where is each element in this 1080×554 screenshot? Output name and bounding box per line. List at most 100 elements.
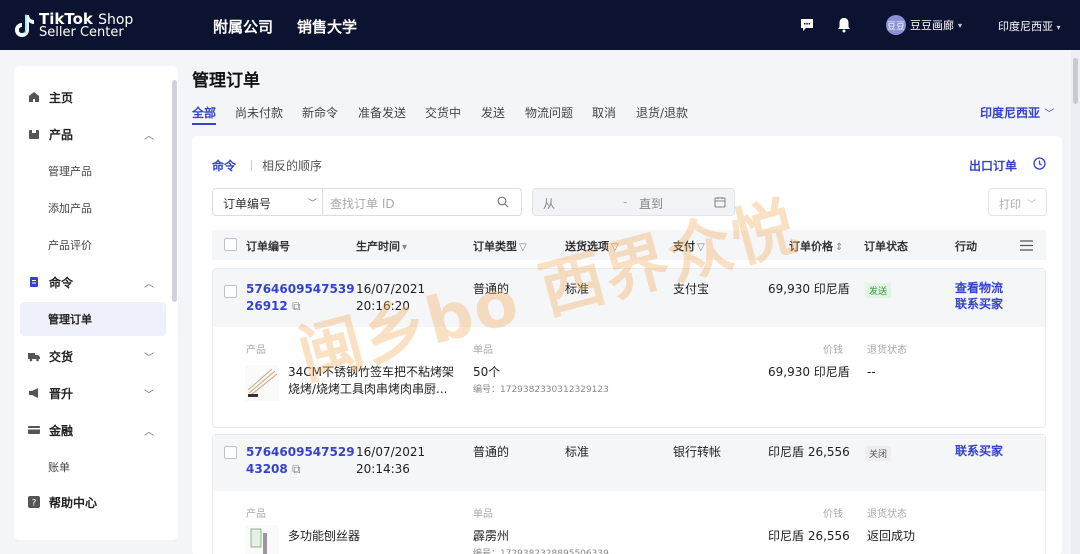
sidebar-item-home[interactable]: 主页: [14, 80, 178, 114]
tab-cancel[interactable]: 取消: [592, 104, 616, 121]
tab-ready[interactable]: 准备发送: [358, 104, 406, 121]
col-action: 行动: [955, 240, 977, 253]
search-type-select[interactable]: 订单编号 ﹀: [212, 188, 323, 216]
contact-buyer-link[interactable]: 联系买家: [955, 443, 1003, 460]
order-payment: 银行转帐: [673, 445, 722, 459]
status-badge: 关闭: [865, 446, 892, 461]
item-sku: 编号：1729382328895506339: [473, 549, 609, 554]
date-from[interactable]: 从: [543, 195, 555, 212]
calendar-icon[interactable]: [714, 196, 726, 208]
return-status: --: [867, 365, 876, 379]
document-icon: [30, 277, 38, 287]
date-range-picker[interactable]: 从 - 直到: [532, 188, 735, 216]
order-price: 印尼盾 26,556: [768, 445, 850, 459]
order-row: 5764609547529 43208 ⧉ 16/07/2021 20:14:36…: [212, 434, 1046, 554]
chevron-down-icon: ▾: [1056, 23, 1061, 32]
tab-sent[interactable]: 发送: [481, 104, 505, 121]
price-label: 价钱: [823, 345, 843, 356]
print-button[interactable]: 打印 ﹀: [988, 188, 1047, 216]
item-quantity: 霹雳州: [473, 529, 510, 543]
unit-label: 单品: [473, 345, 493, 356]
tiktok-logo-icon[interactable]: [13, 13, 35, 39]
shop-switcher[interactable]: 豆豆 豆豆画廊 ▾: [886, 14, 962, 36]
col-payment[interactable]: 支付 ▽: [673, 238, 705, 254]
sidebar-item-products[interactable]: 产品 ︿: [14, 117, 178, 151]
top-bar: TikTok Shop Seller Center 附属公司 销售大学 豆豆 豆…: [0, 0, 1080, 50]
export-orders-link[interactable]: 出口订单: [969, 157, 1017, 174]
status-badge: 发送: [865, 283, 892, 298]
order-search-input[interactable]: 查找订单 ID: [322, 188, 522, 216]
nav-affiliate[interactable]: 附属公司: [213, 16, 273, 37]
sidebar-item-finance[interactable]: 金融 ︿: [14, 413, 178, 447]
card-icon: [28, 426, 40, 434]
region-switcher[interactable]: 印度尼西亚 ▾: [998, 18, 1061, 34]
help-icon: ?: [28, 496, 40, 508]
chevron-down-icon: ﹀: [144, 389, 154, 401]
order-checkbox[interactable]: [224, 285, 237, 298]
sidebar-item-bills[interactable]: 账单: [20, 450, 166, 484]
col-created-time[interactable]: 生产时间 ▾: [356, 238, 407, 254]
sidebar-item-add-product[interactable]: 添加产品: [20, 191, 166, 225]
tab-all[interactable]: 全部: [192, 104, 216, 121]
sidebar-item-manage-products[interactable]: 管理产品: [20, 154, 166, 188]
product-label: 产品: [246, 345, 266, 356]
sidebar-scrollbar[interactable]: [172, 80, 177, 302]
tab-in-delivery[interactable]: 交货中: [425, 104, 461, 121]
col-order-id: 订单编号: [246, 240, 290, 253]
col-delivery[interactable]: 送货选项 ▽: [565, 238, 619, 254]
tab-unpaid[interactable]: 尚未付款: [235, 104, 283, 121]
sidebar-item-shipping[interactable]: 交货 ﹀: [14, 339, 178, 373]
svg-text:?: ?: [32, 499, 37, 509]
home-icon: [29, 92, 39, 102]
sort-icon: ⇕: [835, 242, 844, 253]
chevron-down-icon: ﹀: [144, 352, 154, 364]
sidebar-item-orders[interactable]: 命令 ︿: [14, 265, 178, 299]
tab-logistics-issue[interactable]: 物流问题: [525, 104, 573, 121]
tab-returns[interactable]: 退货/退款: [636, 104, 688, 121]
filter-icon: ▽: [519, 242, 527, 253]
nav-academy[interactable]: 销售大学: [297, 16, 357, 37]
sidebar-item-manage-orders[interactable]: 管理订单: [20, 302, 166, 336]
date-to[interactable]: 直到: [639, 195, 663, 212]
view-logistics-link[interactable]: 查看物流: [955, 280, 1003, 297]
chevron-down-icon: ▾: [958, 20, 963, 30]
sidebar-item-promotion[interactable]: 晋升 ﹀: [14, 376, 178, 410]
brand-subtitle: Seller Center: [39, 25, 124, 40]
sort-icon: ▾: [402, 242, 408, 253]
chevron-up-icon: ︿: [144, 130, 154, 142]
shop-name: 豆豆画廊: [910, 19, 954, 32]
select-all-checkbox[interactable]: [224, 238, 237, 251]
order-price: 69,930 印尼盾: [768, 282, 850, 296]
sidebar-item-help[interactable]: ? 帮助中心: [14, 485, 178, 519]
bell-icon[interactable]: [836, 17, 852, 33]
order-id-link[interactable]: 5764609547539 26912 ⧉: [246, 281, 355, 315]
order-created-time: 16/07/2021 20:14:36: [356, 445, 426, 476]
box-icon: [29, 130, 39, 139]
sidebar-item-product-reviews[interactable]: 产品评价: [20, 228, 166, 262]
region-select[interactable]: 印度尼西亚 ﹀: [980, 104, 1054, 121]
order-delivery: 标准: [565, 445, 590, 459]
order-id-link[interactable]: 5764609547529 43208 ⧉: [246, 444, 355, 478]
col-price[interactable]: 订单价格 ⇕: [789, 238, 843, 254]
return-status-label: 退货状态: [867, 509, 907, 520]
page-scrollbar[interactable]: [1071, 50, 1080, 554]
tab-new[interactable]: 新命令: [302, 104, 338, 121]
column-settings-icon[interactable]: [1020, 240, 1033, 251]
col-order-type[interactable]: 订单类型 ▽: [473, 238, 527, 254]
product-name[interactable]: 多功能刨丝器: [288, 528, 360, 545]
order-checkbox[interactable]: [224, 446, 237, 459]
message-icon[interactable]: [799, 17, 815, 33]
product-thumbnail[interactable]: [245, 525, 279, 554]
product-thumbnail[interactable]: [245, 365, 279, 401]
contact-buyer-link[interactable]: 联系买家: [955, 296, 1003, 313]
copy-icon: ⧉: [291, 462, 301, 476]
order-row: 5764609547539 26912 ⧉ 16/07/2021 20:16:20…: [212, 268, 1046, 428]
item-quantity: 50个: [473, 365, 501, 379]
order-payment: 支付宝: [673, 282, 710, 296]
search-icon[interactable]: [497, 196, 509, 208]
unit-label: 单品: [473, 509, 493, 520]
product-name[interactable]: 34CM不锈钢竹签车把不粘烤架 烧烤/烧烤工具肉串烤肉串厨...: [288, 364, 454, 398]
subtab-reverse[interactable]: 相反的顺序: [262, 157, 322, 174]
subtab-orders[interactable]: 命令: [212, 157, 236, 174]
clock-icon[interactable]: [1033, 157, 1046, 170]
